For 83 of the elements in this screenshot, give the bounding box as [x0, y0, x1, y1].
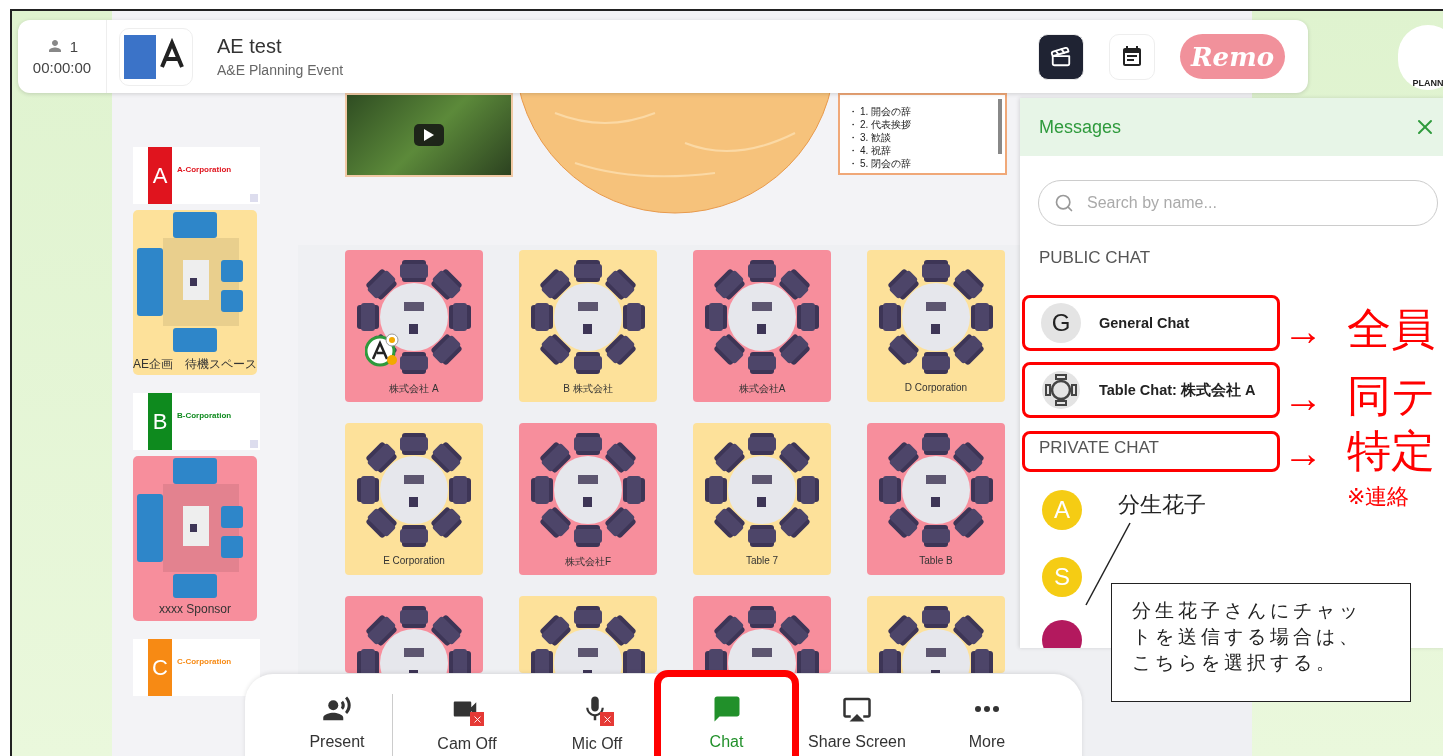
table-card[interactable]: 株式会社A [693, 250, 831, 402]
annotation-note: ※連絡 [1347, 485, 1410, 510]
clapperboard-icon [1050, 45, 1072, 68]
scrollbar[interactable] [998, 99, 1002, 154]
search-field[interactable]: Search by name... [1038, 180, 1438, 226]
bullet-mark: ・ [848, 131, 858, 144]
toolbar-button[interactable]: More [932, 674, 1042, 756]
calendar-icon [1120, 44, 1144, 69]
annotation-arrow: → [1283, 431, 1323, 475]
play-icon[interactable] [414, 124, 444, 146]
agenda-item: 3. 歓談 [860, 131, 892, 144]
annotation-arrow: → [1283, 376, 1323, 420]
calendar-button[interactable] [1109, 33, 1155, 80]
sponsor-banner[interactable]: A A-Corporation [133, 147, 260, 204]
company-logo: PLANN [1398, 25, 1443, 90]
annotation-text: 同テ [1347, 372, 1436, 421]
table-label: 株式会社A [738, 382, 786, 396]
panel-title: Messages [1039, 116, 1122, 138]
event-timer: 00:00:00 [32, 59, 92, 76]
sponsor-letter: B [148, 393, 172, 450]
chat-name: Table Chat: 株式会社 A [1099, 380, 1256, 400]
table-card[interactable] [693, 596, 831, 673]
bullet-mark: ・ [848, 118, 858, 131]
table-card[interactable] [519, 596, 657, 673]
table-card[interactable] [867, 596, 1005, 673]
sponsor-letter: C [148, 639, 172, 696]
table-card[interactable]: B 株式会社 [519, 250, 657, 402]
table-card[interactable] [345, 596, 483, 673]
bullet-mark: ・ [848, 157, 858, 170]
agenda-item: 5. 閉会の辞 [860, 157, 912, 170]
chat-name: General Chat [1099, 315, 1190, 331]
event-subtitle: A&E Planning Event [217, 62, 345, 78]
table-label: Table 7 [745, 555, 779, 566]
clapperboard-button[interactable] [1038, 33, 1084, 80]
chat-avatar: G [1041, 303, 1081, 343]
table-card[interactable]: E Corporation [345, 423, 483, 575]
chat-item[interactable]: Table Chat: 株式会社 A [1025, 365, 1260, 415]
contact-avatar[interactable] [1042, 620, 1082, 648]
callout-note: 分生花子さんにチャットを送信する場合は、こちらを選択する。 [1111, 583, 1411, 702]
more-icon [975, 706, 999, 712]
sponsor-name: A-Corporation [176, 164, 232, 176]
event-title: AE test [217, 35, 283, 58]
lounge-area[interactable]: xxxx Sponsor [133, 456, 257, 621]
lounge-label: AE企画 待機スペース [133, 356, 257, 373]
table-label: B 株式会社 [563, 382, 613, 396]
bullet-mark: ・ [848, 105, 858, 118]
bullet-mark: ・ [848, 144, 858, 157]
toolbar-button[interactable]: Mic Off [542, 674, 652, 756]
video-thumbnail[interactable] [345, 93, 513, 177]
table-card[interactable]: D Corporation [867, 250, 1005, 402]
lounge-label: xxxx Sponsor [159, 602, 231, 616]
table-card[interactable]: 株式会社F [519, 423, 657, 575]
annotation-text: 特定 [1347, 427, 1435, 476]
search-icon [1054, 193, 1074, 213]
annotation-arrow: → [1283, 309, 1323, 353]
sponsor-letter: A [148, 147, 172, 204]
table-label: Table B [919, 555, 953, 566]
table-label: 株式会社F [564, 555, 612, 569]
lounge-area[interactable]: AE企画 待機スペース [133, 210, 257, 375]
toolbar-button[interactable]: Share Screen [802, 674, 912, 756]
section-heading: PUBLIC CHAT [1039, 248, 1152, 268]
chat-item[interactable]: G General Chat [1025, 298, 1194, 348]
table-label: 株式会社 A [389, 382, 439, 396]
agenda-item: 1. 開会の辞 [860, 105, 912, 118]
agenda-item: 4. 祝辞 [860, 144, 892, 157]
sponsor-name: C-Corporation [176, 656, 232, 668]
annotation-name: 分生花子 [1118, 491, 1206, 519]
toolbar-button[interactable]: Present [282, 674, 392, 756]
table-label: D Corporation [904, 382, 968, 393]
table-card[interactable]: Table 7 [693, 423, 831, 575]
table-label: E Corporation [383, 555, 445, 566]
annotation-text: 全員 [1347, 305, 1435, 354]
toolbar-button[interactable]: Cam Off [412, 674, 522, 756]
attendee-count: 1 [69, 37, 79, 55]
attendee-avatar[interactable] [365, 333, 399, 367]
sponsor-name: B-Corporation [176, 410, 232, 422]
table-card[interactable]: 株式会社 A [345, 250, 483, 402]
sponsor-banner[interactable]: B B-Corporation [133, 393, 260, 450]
toolbar-button[interactable]: Chat [671, 674, 782, 756]
table-card[interactable]: Table B [867, 423, 1005, 575]
section-heading: PRIVATE CHAT [1039, 437, 1159, 458]
table-icon [1041, 370, 1081, 410]
agenda-item: 2. 代表挨拶 [860, 118, 912, 131]
